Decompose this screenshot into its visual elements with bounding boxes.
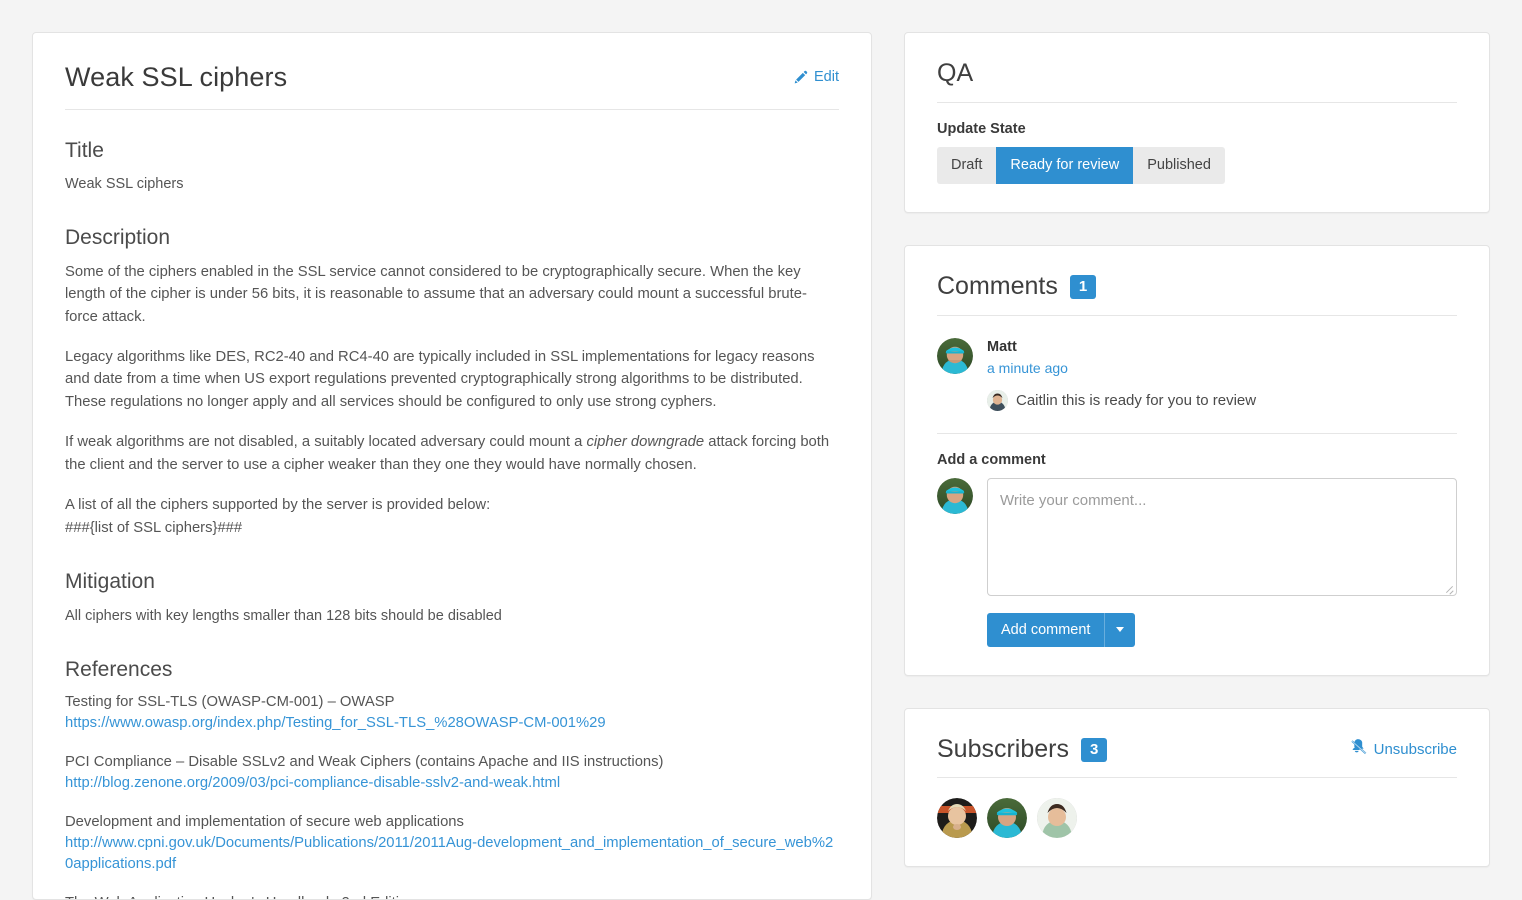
comment-body: Caitlin this is ready for you to review xyxy=(987,389,1457,411)
subscriber-avatar[interactable] xyxy=(1037,798,1077,839)
comment-meta: Matt a minute ago xyxy=(987,338,1068,376)
comments-panel: Comments 1 Matt a minute ago Caitlin thi… xyxy=(904,244,1490,676)
mitigation-section-heading: Mitigation xyxy=(65,570,155,594)
subscriber-avatar[interactable] xyxy=(937,798,977,839)
description-text-a: If weak algorithms are not disabled, a s… xyxy=(65,434,587,451)
reference-item: Development and implementation of secure… xyxy=(65,812,839,875)
unsubscribe-label: Unsubscribe xyxy=(1373,740,1457,758)
comments-header: Comments 1 xyxy=(937,272,1457,316)
state-button-group: Draft Ready for review Published xyxy=(937,146,1225,184)
reference-item: PCI Compliance – Disable SSLv2 and Weak … xyxy=(65,752,839,794)
bell-slash-icon xyxy=(1350,739,1367,759)
description-paragraph: Some of the ciphers enabled in the SSL s… xyxy=(65,263,807,325)
reference-title: The Web Application Hacker's Handbook, 2… xyxy=(65,893,839,899)
edit-button[interactable]: Edit xyxy=(793,63,839,85)
subscribers-count-badge: 3 xyxy=(1081,737,1108,763)
description-section-heading: Description xyxy=(65,226,171,250)
pencil-icon xyxy=(793,70,808,85)
comments-heading-label: Comments xyxy=(937,271,1058,300)
add-comment-row xyxy=(937,477,1457,601)
subscriber-avatar[interactable] xyxy=(987,798,1027,839)
chevron-down-icon xyxy=(1116,627,1125,633)
issue-detail-panel: Weak SSL ciphers Edit Title Weak SSL cip… xyxy=(32,32,872,900)
comment-timestamp[interactable]: a minute ago xyxy=(987,360,1068,376)
qa-header: QA xyxy=(937,59,1457,103)
reference-link[interactable]: http://blog.zenone.org/2009/03/pci-compl… xyxy=(65,773,839,794)
add-comment-label: Add a comment xyxy=(937,451,1046,468)
main-column: Weak SSL ciphers Edit Title Weak SSL cip… xyxy=(32,32,872,900)
description-paragraph: A list of all the ciphers supported by t… xyxy=(65,494,839,539)
reference-title: Development and implementation of secure… xyxy=(65,814,464,831)
qa-heading: QA xyxy=(937,59,974,87)
reference-title: PCI Compliance – Disable SSLv2 and Weak … xyxy=(65,754,664,771)
subscribers-heading: Subscribers 3 xyxy=(937,734,1108,764)
sidebar-column: QA Update State Draft Ready for review P… xyxy=(904,32,1490,868)
references-section-heading: References xyxy=(65,658,173,682)
state-button-draft[interactable]: Draft xyxy=(937,146,997,184)
title-field-value: Weak SSL ciphers xyxy=(65,175,184,192)
add-comment-button[interactable]: Add comment xyxy=(987,612,1105,647)
cipher-list-intro: A list of all the ciphers supported by t… xyxy=(65,497,491,514)
unsubscribe-button[interactable]: Unsubscribe xyxy=(1350,739,1457,759)
avatar xyxy=(937,337,973,374)
comment-input[interactable] xyxy=(987,477,1457,596)
subscribers-panel: Subscribers 3 Unsubscribe xyxy=(904,707,1490,868)
add-comment-split-button: Add comment xyxy=(987,612,1136,647)
add-comment-dropdown-button[interactable] xyxy=(1104,612,1136,647)
current-user-avatar xyxy=(937,477,973,514)
cipher-list-token: ###{list of SSL ciphers}### xyxy=(65,519,243,536)
comments-heading: Comments 1 xyxy=(937,271,1097,301)
edit-button-label: Edit xyxy=(814,69,839,85)
subscribers-header: Subscribers 3 Unsubscribe xyxy=(937,735,1457,779)
reference-item: The Web Application Hacker's Handbook, 2… xyxy=(65,893,839,899)
subscribers-heading-label: Subscribers xyxy=(937,734,1069,763)
update-state-label: Update State xyxy=(937,120,1026,137)
document-header: Weak SSL ciphers Edit xyxy=(65,62,839,110)
description-emphasis: cipher downgrade xyxy=(586,434,705,451)
state-button-ready-for-review[interactable]: Ready for review xyxy=(996,146,1134,184)
comment-item: Matt a minute ago xyxy=(937,337,1457,376)
add-comment-actions: Add comment xyxy=(987,601,1457,647)
reference-title: Testing for SSL-TLS (OWASP-CM-001) – OWA… xyxy=(65,694,395,711)
page-root: Weak SSL ciphers Edit Title Weak SSL cip… xyxy=(0,0,1522,900)
description-paragraph: Legacy algorithms like DES, RC2-40 and R… xyxy=(65,348,815,410)
mention-avatar xyxy=(987,389,1008,411)
qa-panel: QA Update State Draft Ready for review P… xyxy=(904,32,1490,213)
mitigation-value: All ciphers with key lengths smaller tha… xyxy=(65,607,502,624)
page-title: Weak SSL ciphers xyxy=(65,62,288,92)
comments-count-badge: 1 xyxy=(1069,275,1097,300)
comment-input-wrapper xyxy=(987,477,1457,601)
title-section-heading: Title xyxy=(65,138,104,162)
comment-author: Matt xyxy=(987,338,1017,355)
comment-text: Caitlin this is ready for you to review xyxy=(1016,391,1257,409)
subscriber-avatar-list xyxy=(937,798,1457,839)
reference-link[interactable]: http://www.cpni.gov.uk/Documents/Publica… xyxy=(65,833,839,875)
description-paragraph: If weak algorithms are not disabled, a s… xyxy=(65,431,839,476)
divider xyxy=(937,432,1457,434)
state-button-published[interactable]: Published xyxy=(1133,146,1225,184)
reference-item: Testing for SSL-TLS (OWASP-CM-001) – OWA… xyxy=(65,692,839,734)
reference-link[interactable]: https://www.owasp.org/index.php/Testing_… xyxy=(65,713,839,734)
